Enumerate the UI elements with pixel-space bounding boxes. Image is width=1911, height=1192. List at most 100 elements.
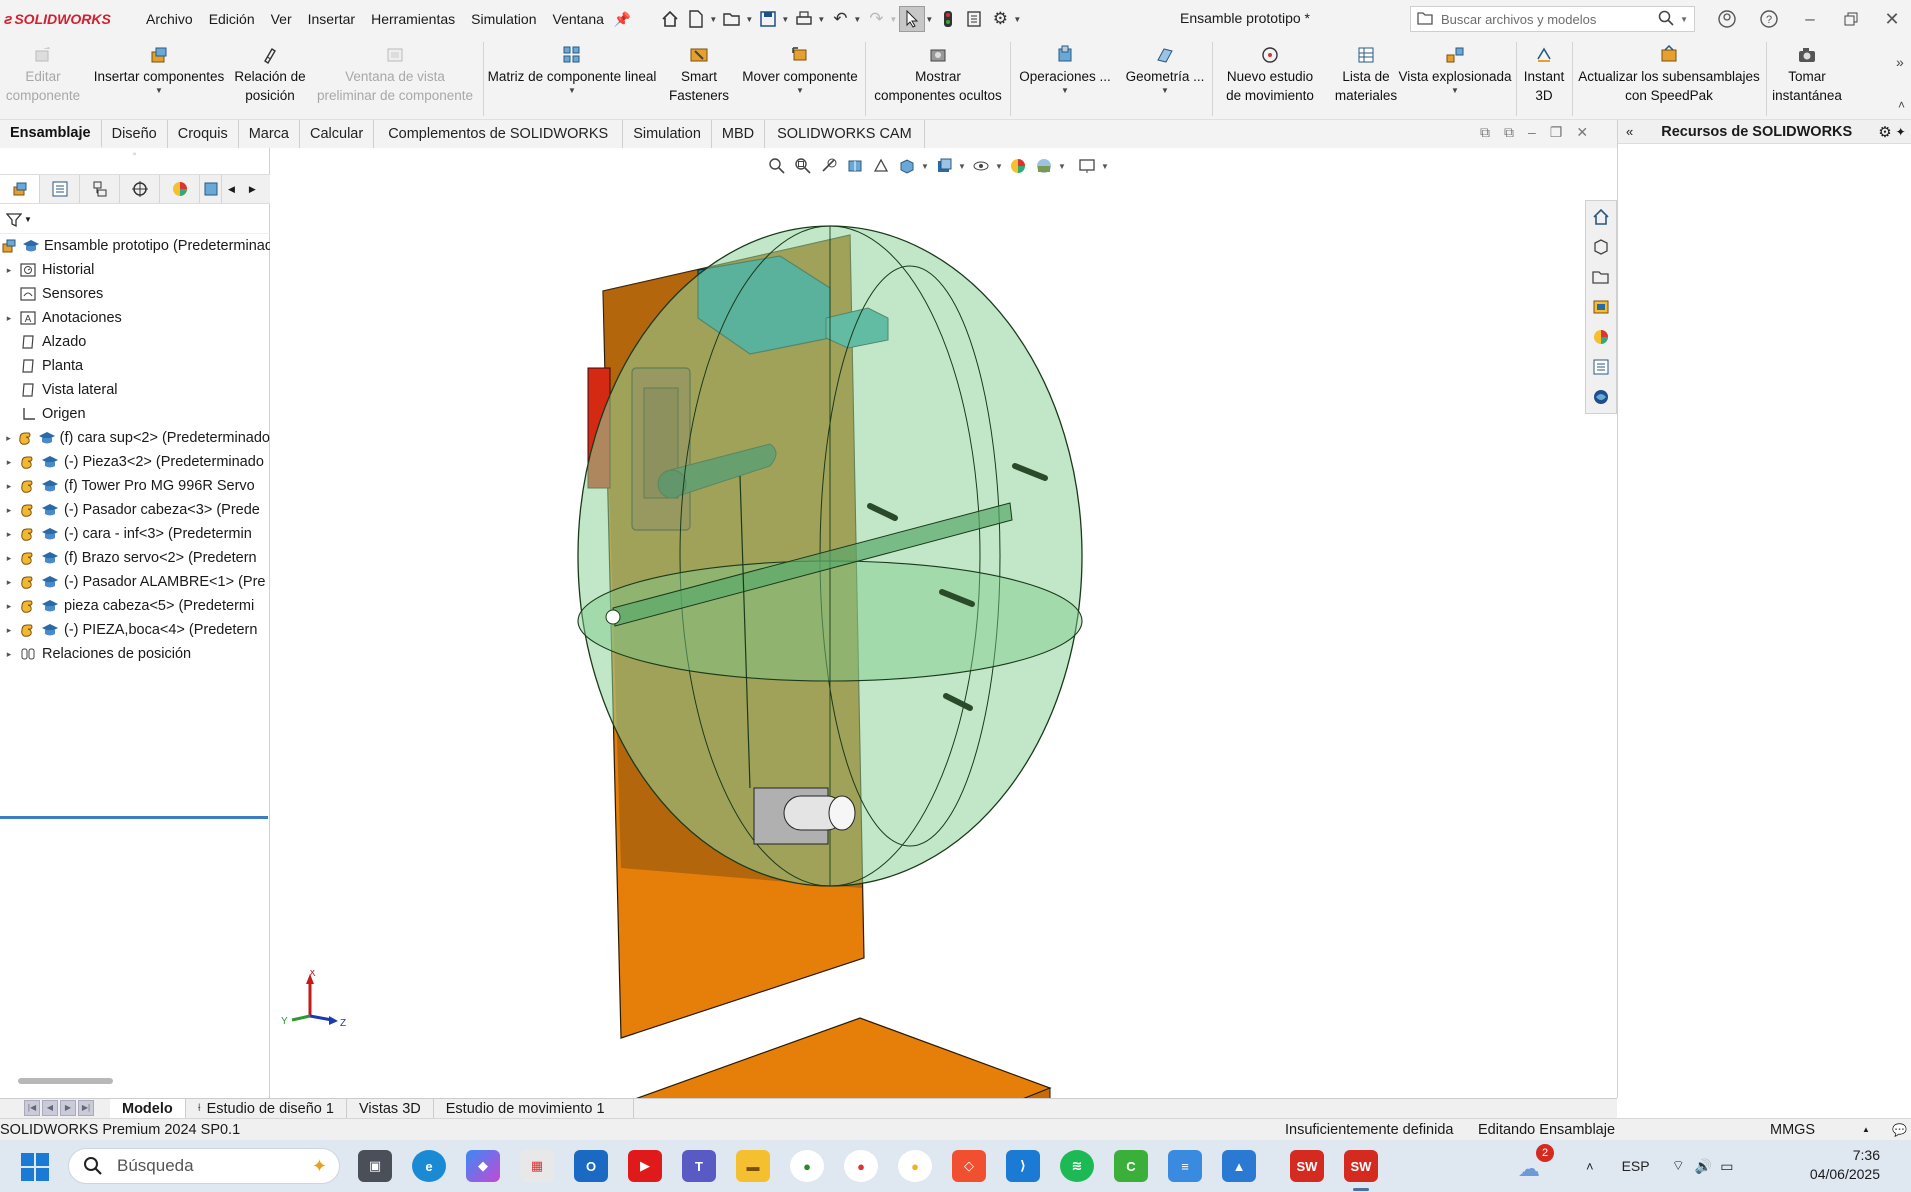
language-indicator[interactable]: ESP xyxy=(1622,1158,1650,1174)
undo-icon[interactable]: ↶ xyxy=(827,6,853,32)
battery-icon[interactable]: ▭ xyxy=(1720,1158,1733,1175)
print-dropdown-icon[interactable]: ▼ xyxy=(817,15,827,24)
view-palette-icon[interactable] xyxy=(1589,295,1613,319)
tree-item[interactable]: ▸ (-) PIEZA,boca<4> (Predetern xyxy=(0,618,270,642)
solidworks-taskbar-icon-2[interactable]: SW xyxy=(1344,1150,1378,1182)
featuremanager-tab-icon[interactable] xyxy=(0,175,40,203)
expand-arrow-icon[interactable]: ▸ xyxy=(4,649,14,660)
bill-of-materials-button[interactable]: Lista de materiales xyxy=(1328,40,1404,118)
file-explorer-taskbar-icon[interactable]: ▬ xyxy=(736,1150,770,1182)
configurationmanager-tab-icon[interactable] xyxy=(80,175,120,203)
tree-item[interactable]: ▸ (-) Pasador cabeza<3> (Prede xyxy=(0,498,270,522)
tab-mbd[interactable]: MBD xyxy=(712,120,766,148)
search-icon[interactable] xyxy=(1658,10,1674,29)
dimxpert-tab-icon[interactable] xyxy=(120,175,160,203)
solidworks-resources-home-icon[interactable] xyxy=(1589,205,1613,229)
tree-item[interactable]: ▸ (-) Pieza3<2> (Predeterminado xyxy=(0,450,270,474)
assembly-model-render[interactable] xyxy=(270,148,1617,1098)
outlook-icon[interactable]: O xyxy=(574,1150,608,1182)
open-dropdown-icon[interactable]: ▼ xyxy=(745,15,755,24)
tree-root-assembly[interactable]: Ensamble prototipo (Predeterminado xyxy=(0,234,270,258)
task-pane-collapse-icon[interactable]: « xyxy=(1626,124,1633,139)
tree-item[interactable]: ▸ pieza cabeza<5> (Predetermi xyxy=(0,594,270,618)
tree-item[interactable]: ▸ (-) Pasador ALAMBRE<1> (Pre xyxy=(0,570,270,594)
tree-filter[interactable]: ▼ xyxy=(0,206,270,234)
chrome-icon-1[interactable]: ● xyxy=(790,1150,824,1182)
tabs-scroll-right-icon[interactable]: ▶ xyxy=(249,184,256,195)
undo-dropdown-icon[interactable]: ▼ xyxy=(853,15,863,24)
minimize-icon[interactable]: – xyxy=(1797,6,1823,32)
search-dropdown-icon[interactable]: ▼ xyxy=(1680,15,1688,24)
expand-arrow-icon[interactable]: ▸ xyxy=(4,529,14,540)
wifi-icon[interactable]: ⌔ xyxy=(1672,1157,1685,1175)
linear-component-pattern-button[interactable]: Matriz de componente lineal ▼ xyxy=(486,40,658,118)
solidworks-forum-icon[interactable] xyxy=(1589,385,1613,409)
linear-pattern-dropdown-icon[interactable]: ▼ xyxy=(568,86,576,96)
select-cursor-icon[interactable] xyxy=(899,6,926,32)
windows-start-icon[interactable] xyxy=(20,1152,50,1182)
rollback-bar[interactable] xyxy=(0,816,268,819)
commandmanager-overflow-icon[interactable]: » xyxy=(1896,54,1904,70)
expand-arrow-icon[interactable]: ▸ xyxy=(4,505,14,516)
menu-ventana[interactable]: Ventana xyxy=(545,11,612,27)
help-icon[interactable]: ? xyxy=(1756,6,1782,32)
tab-vistas-3d[interactable]: Vistas 3D xyxy=(347,1098,434,1119)
show-hidden-icons-chevron-icon[interactable]: ˄ xyxy=(1586,1159,1594,1174)
cam-tab-icon[interactable] xyxy=(200,175,222,203)
tab-solidworks-cam[interactable]: SOLIDWORKS CAM xyxy=(765,120,925,148)
speedpak-button[interactable]: Actualizar los subensamblajes con SpeedP… xyxy=(1574,40,1764,118)
tree-item[interactable]: Sensores xyxy=(0,282,270,306)
doc-minimize-icon[interactable]: – xyxy=(1528,124,1536,141)
chrome-icon-2[interactable]: ● xyxy=(844,1150,878,1182)
next-tab-icon[interactable]: ▶ xyxy=(60,1099,76,1116)
move-component-dropdown-icon[interactable]: ▼ xyxy=(796,86,804,96)
copilot-icon[interactable]: ◆ xyxy=(466,1150,500,1182)
tree-item[interactable]: Planta xyxy=(0,354,270,378)
print-icon[interactable] xyxy=(791,6,817,32)
camtasia-icon[interactable]: C xyxy=(1114,1150,1148,1182)
open-folder-icon[interactable] xyxy=(719,6,745,32)
solidworks-taskbar-icon-1[interactable]: SW xyxy=(1290,1150,1324,1182)
menu-ver[interactable]: Ver xyxy=(263,11,300,27)
menu-edicion[interactable]: Edición xyxy=(201,11,263,27)
select-dropdown-icon[interactable]: ▼ xyxy=(925,15,935,24)
photos-icon[interactable]: ▲ xyxy=(1222,1150,1256,1182)
vscode-icon[interactable]: ⟩ xyxy=(1006,1150,1040,1182)
doc-close-icon[interactable]: ✕ xyxy=(1576,124,1588,141)
expand-arrow-icon[interactable]: ▸ xyxy=(4,457,14,468)
weather-widget[interactable]: ☁ 2 xyxy=(1518,1144,1558,1182)
close-icon[interactable]: ✕ xyxy=(1879,6,1905,32)
tree-item[interactable]: ▸ Relaciones de posición xyxy=(0,642,270,666)
tab-modelo[interactable]: Modelo xyxy=(110,1098,186,1119)
expand-arrow-icon[interactable]: ▸ xyxy=(4,481,14,492)
menu-insertar[interactable]: Insertar xyxy=(300,11,363,27)
filter-dropdown-icon[interactable]: ▼ xyxy=(24,215,32,224)
chrome-icon-3[interactable]: ● xyxy=(898,1150,932,1182)
taskbar-clock[interactable]: 7:36 04/06/2025 xyxy=(1780,1146,1880,1184)
tree-item[interactable]: ▸ A Anotaciones xyxy=(0,306,270,330)
git-icon[interactable]: ◇ xyxy=(952,1150,986,1182)
microsoft-store-icon[interactable]: ▦ xyxy=(520,1150,554,1182)
new-document-icon[interactable] xyxy=(683,6,709,32)
account-icon[interactable] xyxy=(1714,6,1740,32)
restore-icon[interactable] xyxy=(1838,6,1864,32)
tab-simulation[interactable]: Simulation xyxy=(623,120,712,148)
doc-restore-icon[interactable]: ❐ xyxy=(1550,124,1563,141)
exploded-view-dropdown-icon[interactable]: ▼ xyxy=(1451,86,1459,96)
units-dropdown-icon[interactable]: ▲ xyxy=(1862,1125,1870,1134)
tree-item[interactable]: Alzado xyxy=(0,330,270,354)
move-component-button[interactable]: Mover componente ▼ xyxy=(738,40,862,118)
save-icon[interactable] xyxy=(755,6,781,32)
insert-components-dropdown-icon[interactable]: ▼ xyxy=(155,86,163,96)
features-dropdown-icon[interactable]: ▼ xyxy=(1061,86,1069,96)
graphics-area[interactable]: ▼ ▼ ▼ ▼ ▼ X Y Z xyxy=(270,148,1617,1098)
task-pane-options-icon[interactable]: ⚙ xyxy=(1878,123,1891,141)
tab-estudio-de-movimiento[interactable]: Estudio de movimiento 1 xyxy=(434,1098,634,1119)
expand-arrow-icon[interactable]: ▸ xyxy=(4,433,13,444)
propertymanager-tab-icon[interactable] xyxy=(40,175,80,203)
units-selector[interactable]: MMGS xyxy=(1770,1122,1815,1138)
tab-croquis[interactable]: Croquis xyxy=(168,120,239,148)
traffic-light-icon[interactable] xyxy=(935,6,961,32)
task-pane-pin-icon[interactable]: ✦ xyxy=(1896,125,1906,139)
tab-complementos[interactable]: Complementos de SOLIDWORKS xyxy=(374,120,624,148)
